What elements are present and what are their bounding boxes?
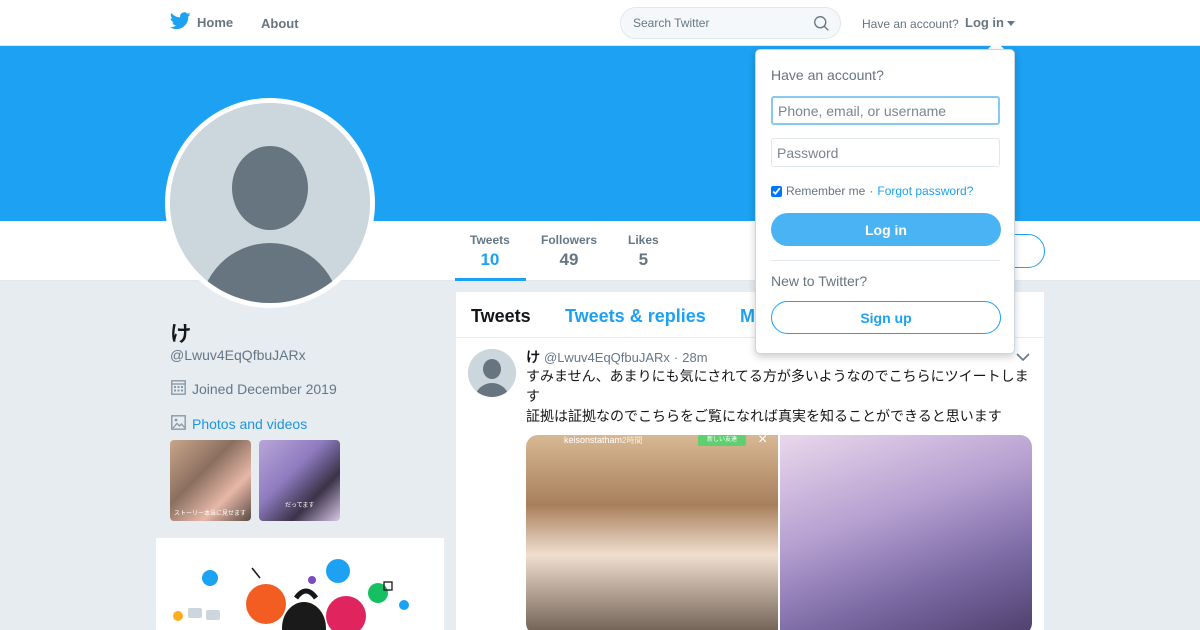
stat-followers[interactable]: Followers 49 [541, 233, 597, 270]
tweet-timestamp[interactable]: 28m [682, 350, 707, 365]
calendar-icon [171, 379, 186, 398]
stat-likes-label: Likes [628, 233, 659, 247]
tweet-text-line: す [526, 388, 540, 404]
media-thumbnail[interactable]: だってます [259, 440, 340, 521]
signup-button[interactable]: Sign up [771, 301, 1001, 334]
login-button[interactable]: Log in [771, 213, 1001, 246]
search-box [620, 7, 841, 39]
tweet-media[interactable]: keisonstatham 2時間 新しい友達 × [526, 435, 1032, 630]
tab-media[interactable]: M [740, 306, 755, 327]
stat-tweets-value: 10 [480, 250, 500, 269]
dropdown-title: Have an account? [771, 67, 884, 83]
remember-separator: · [869, 184, 874, 198]
caret-down-icon [1007, 15, 1015, 30]
default-avatar-icon [170, 103, 370, 303]
new-to-twitter-text: New to Twitter? [771, 273, 868, 289]
story-username: keisonstatham [564, 435, 623, 445]
dropdown-caret [988, 41, 1004, 49]
photos-videos-link[interactable]: Photos and videos [171, 415, 307, 433]
stat-followers-value: 49 [559, 250, 579, 269]
profile-name: け [170, 323, 191, 346]
tab-tweets-replies[interactable]: Tweets & replies [565, 306, 706, 327]
forgot-password-link[interactable]: Forgot password? [877, 184, 973, 198]
stat-likes-value: 5 [638, 250, 649, 269]
photos-videos-label: Photos and videos [192, 416, 308, 432]
profile-avatar[interactable] [165, 98, 375, 308]
login-dropdown: Have an account? Remember me · Forgot pa… [755, 49, 1015, 354]
story-time: 2時間 [622, 436, 643, 445]
tweet-text-line: すみません、あまりにも気にされてる方が多いようなのでこちらにツイートしま [526, 368, 1029, 384]
tweet-photo[interactable] [780, 435, 1032, 630]
default-avatar-icon [468, 349, 516, 397]
nav-home[interactable]: Home [169, 12, 234, 33]
top-navigation: Home About Have an account? Log in [0, 0, 1200, 46]
tweet-text-line: 証拠は証拠なのでこちらをご覧になれば真実を知ることができると思います [526, 408, 1002, 424]
chevron-down-icon[interactable] [1016, 349, 1030, 367]
tweet-avatar[interactable] [468, 349, 516, 397]
remember-me-label: Remember me [786, 184, 866, 198]
promo-illustration [156, 538, 444, 630]
login-link-label: Log in [965, 15, 1004, 30]
twitter-bird-icon [169, 12, 191, 33]
story-badge: 新しい友達 [698, 435, 746, 446]
remember-row: Remember me · Forgot password? [771, 184, 973, 198]
tweet-text: すみません、あまりにも気にされてる方が多いようなのでこちらにツイートしま す 証… [526, 366, 1034, 426]
nav-home-label: Home [197, 15, 234, 30]
dropdown-divider [771, 260, 1000, 261]
stat-tweets-label: Tweets [470, 233, 510, 247]
profile-handle: @Lwuv4EqQfbuJARx [170, 347, 306, 363]
tweet-author-name[interactable]: け [526, 347, 540, 367]
thumbnail-caption: だってます [285, 503, 315, 509]
nav-about[interactable]: About [261, 16, 299, 31]
joined-date: Joined December 2019 [171, 379, 337, 398]
tweet-separator: · [673, 350, 679, 365]
thumbnail-caption: ストーリー本当に見せます [174, 511, 247, 517]
close-icon: × [758, 435, 768, 448]
stat-likes[interactable]: Likes 5 [628, 233, 659, 270]
tweet-author-handle[interactable]: @Lwuv4EqQfbuJARx [544, 350, 670, 365]
search-icon[interactable] [813, 15, 830, 37]
username-field[interactable] [771, 96, 1000, 125]
remember-me-checkbox[interactable] [771, 185, 782, 197]
image-icon [171, 415, 186, 433]
have-account-text: Have an account? [862, 17, 959, 31]
active-stat-underline [455, 278, 526, 281]
tweet-header: け @Lwuv4EqQfbuJARx · 28m [526, 347, 708, 367]
password-field[interactable] [771, 138, 1000, 167]
search-input[interactable] [621, 8, 801, 38]
stat-tweets[interactable]: Tweets 10 [470, 233, 510, 270]
login-menu-toggle[interactable]: Log in [965, 15, 1015, 30]
media-thumbnail[interactable]: ストーリー本当に見せます [170, 440, 251, 521]
stat-followers-label: Followers [541, 233, 598, 247]
tweet-photo[interactable]: keisonstatham 2時間 新しい友達 × [526, 435, 778, 630]
joined-text: Joined December 2019 [192, 380, 337, 397]
tab-tweets[interactable]: Tweets [471, 306, 531, 327]
